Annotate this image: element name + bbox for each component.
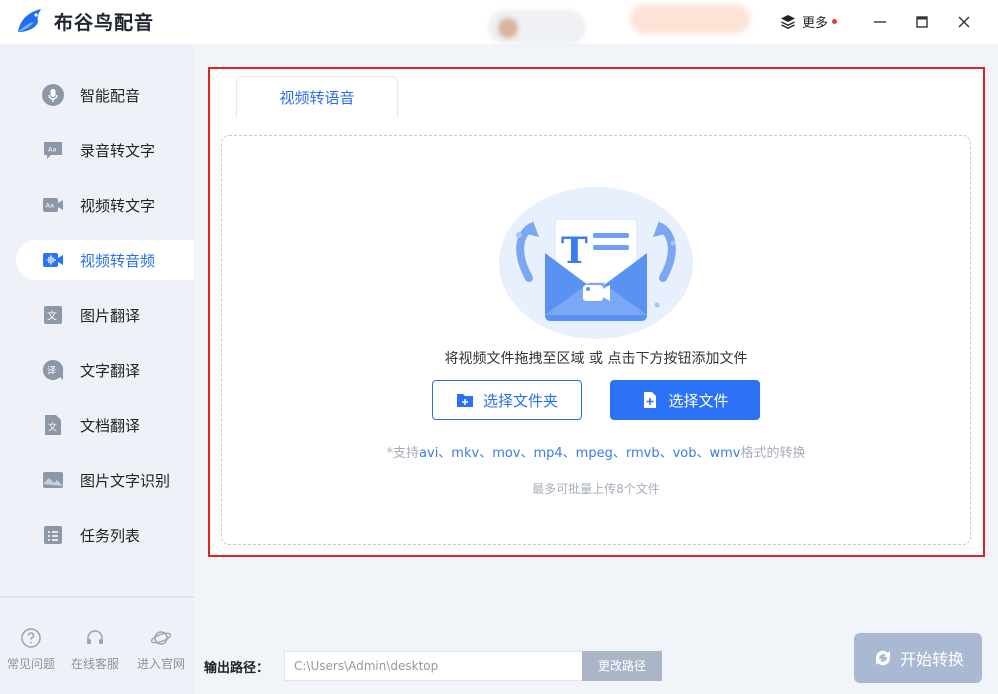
start-convert-label: 开始转换 [899, 650, 964, 669]
minimize-button[interactable] [870, 12, 890, 32]
file-add-icon [644, 392, 657, 408]
online-support-label: 在线客服 [70, 657, 119, 671]
svg-text:Aa: Aa [46, 202, 54, 210]
drop-hint-text: 将视频文件拖拽至区域 或 点击下方按钮添加文件 [444, 351, 748, 367]
vip-badge-blurred[interactable] [630, 4, 750, 34]
svg-text:Aa: Aa [48, 146, 56, 154]
sidebar-item-label: 录音转文字 [80, 141, 156, 160]
planet-icon [150, 631, 172, 645]
tab-video-to-speech[interactable]: 视频转语音 [236, 76, 398, 118]
video-to-text-icon: Aa [40, 192, 66, 218]
sidebar-item-audio-to-text[interactable]: Aa 录音转文字 [16, 130, 194, 170]
convert-arrows-icon [875, 650, 891, 666]
online-support-link[interactable]: 在线客服 [64, 627, 126, 672]
faq-label: 常见问题 [6, 657, 55, 671]
official-site-link[interactable]: 进入官网 [130, 627, 192, 672]
sidebar-item-task-list[interactable]: 任务列表 [16, 515, 194, 555]
video-to-text-illustration-icon: T [499, 187, 693, 339]
sidebar-item-label: 文档翻译 [80, 416, 141, 435]
select-folder-button[interactable]: 选择文件夹 [432, 380, 582, 420]
document-translate-icon: 文 [40, 412, 66, 438]
maximize-button[interactable] [912, 12, 932, 32]
batch-limit-text: 最多可批量上传8个文件 [532, 482, 660, 496]
output-path-input[interactable] [284, 651, 584, 681]
supported-formats-text: *支持avi、mkv、mov、mp4、mpeg、rmvb、vob、wmv格式的转… [221, 442, 971, 461]
sidebar-item-document-translate[interactable]: 文 文档翻译 [16, 405, 194, 445]
svg-text:T: T [561, 230, 588, 272]
sidebar-item-label: 视频转文字 [80, 196, 156, 215]
sidebar-item-label: 任务列表 [80, 526, 141, 545]
svg-text:文: 文 [48, 421, 57, 433]
title-bar: 布谷鸟配音 更多 [0, 0, 998, 44]
text-translate-icon: 译 [40, 357, 66, 383]
image-ocr-icon [40, 467, 66, 493]
faq-link[interactable]: 常见问题 [0, 627, 62, 672]
folder-add-icon [456, 394, 473, 407]
task-list-icon [40, 522, 66, 548]
more-label: 更多 [802, 16, 829, 31]
formats-suffix: 格式的转换 [740, 446, 806, 461]
sidebar-item-video-to-text[interactable]: Aa 视频转文字 [16, 185, 194, 225]
sidebar-item-text-translate[interactable]: 译 文字翻译 [16, 350, 194, 390]
sidebar-item-video-to-audio[interactable]: 视频转音频 [16, 240, 194, 280]
select-file-button[interactable]: 选择文件 [610, 380, 760, 420]
app-name: 布谷鸟配音 [54, 11, 155, 34]
bird-logo-icon [18, 9, 41, 32]
sidebar-item-label: 智能配音 [80, 86, 141, 105]
layers-icon [781, 14, 795, 29]
close-icon [958, 16, 970, 28]
formats-list: avi、mkv、mov、mp4、mpeg、rmvb、vob、wmv [419, 446, 741, 461]
headset-icon [87, 630, 103, 644]
official-site-label: 进入官网 [136, 657, 185, 671]
brand: 布谷鸟配音 [14, 6, 154, 36]
user-avatar-blurred[interactable] [488, 10, 586, 44]
output-path-label: 输出路径： [204, 661, 270, 676]
image-translate-icon: 文 [40, 302, 66, 328]
sidebar-item-image-ocr[interactable]: 图片文字识别 [16, 460, 194, 500]
formats-prefix: *支持 [386, 446, 420, 461]
sidebar-item-label: 文字翻译 [80, 361, 141, 380]
question-icon [21, 628, 41, 648]
sidebar-item-label: 图片翻译 [80, 306, 141, 325]
close-button[interactable] [954, 12, 974, 32]
select-folder-label: 选择文件夹 [482, 391, 558, 410]
change-path-button[interactable]: 更改路径 [582, 651, 662, 681]
sidebar-item-smart-dubbing[interactable]: 智能配音 [16, 75, 194, 115]
svg-text:文: 文 [47, 310, 57, 323]
maximize-icon [916, 16, 928, 28]
sidebar-item-image-translate[interactable]: 文 图片翻译 [16, 295, 194, 335]
sidebar: 智能配音 Aa 录音转文字 Aa 视频转文字 视频转音频 文 图片翻译 译 文字… [0, 44, 194, 694]
video-to-audio-icon [40, 247, 66, 273]
select-file-label: 选择文件 [668, 391, 729, 410]
mic-icon [40, 82, 66, 108]
sidebar-item-label: 视频转音频 [80, 251, 156, 270]
notification-dot [832, 19, 838, 24]
more-menu-button[interactable]: 更多 [780, 12, 838, 31]
svg-text:译: 译 [47, 366, 56, 377]
sidebar-divider [0, 596, 194, 598]
start-convert-button[interactable]: 开始转换 [854, 633, 982, 683]
audio-to-text-icon: Aa [40, 137, 66, 163]
minimize-icon [874, 21, 886, 23]
sidebar-item-label: 图片文字识别 [80, 471, 171, 490]
